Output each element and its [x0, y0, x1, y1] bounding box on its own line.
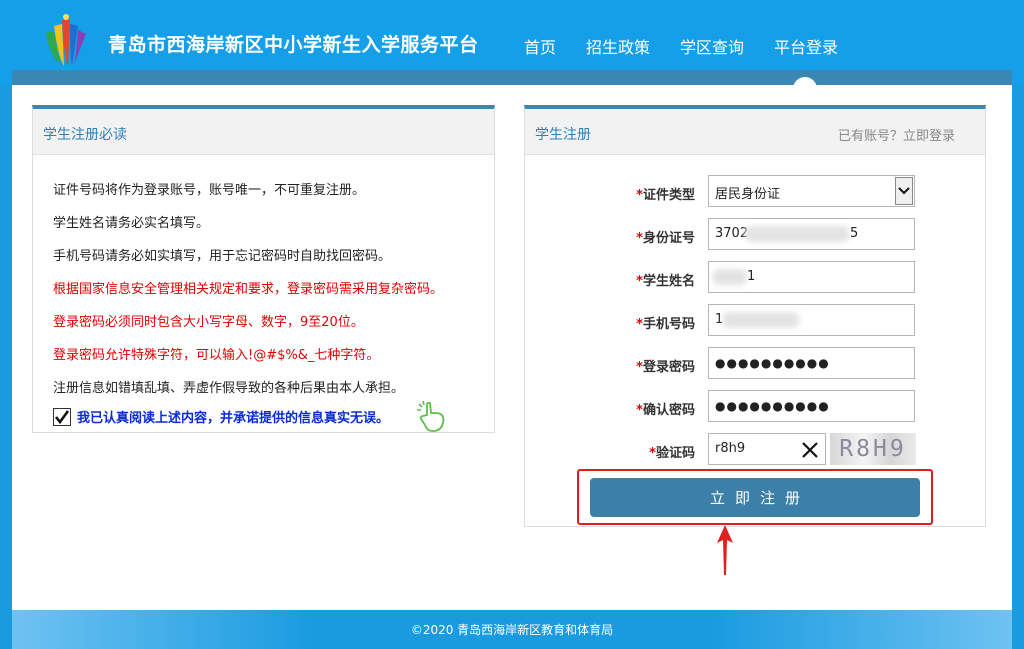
checkmark-icon	[54, 409, 70, 424]
header: 青岛市西海岸新区中小学新生入学服务平台 首页 招生政策 学区查询 平台登录	[0, 0, 1024, 89]
register-panel-header: 学生注册 已有账号？立即登录	[525, 109, 985, 155]
form-row-id-number: *身份证号 3702 5	[525, 218, 985, 252]
notice-line-warning: 根据国家信息安全管理相关规定和要求，登录密码需采用复杂密码。	[53, 282, 444, 297]
footer: ©2020 青岛西海岸新区教育和体育局	[12, 610, 1012, 649]
header-band	[12, 70, 1012, 85]
phone-input[interactable]: 1	[708, 304, 915, 336]
id-type-label: *证件类型	[636, 188, 695, 203]
nav-item-login[interactable]: 平台登录	[774, 34, 838, 58]
form-row-confirm-password: *确认密码 ●●●●●●●●●●	[525, 390, 985, 424]
confirm-password-input[interactable]: ●●●●●●●●●●	[708, 390, 915, 422]
agree-row: 我已认真阅读上述内容，并承诺提供的信息真实无误。	[53, 407, 389, 426]
student-name-label: *学生姓名	[636, 274, 695, 289]
agree-label[interactable]: 我已认真阅读上述内容，并承诺提供的信息真实无误。	[77, 407, 389, 426]
form-row-student-name: *学生姓名 1	[525, 261, 985, 295]
form-row-phone: *手机号码 1	[525, 304, 985, 338]
form-row-password: *登录密码 ●●●●●●●●●●	[525, 347, 985, 381]
notice-line: 注册信息如错填乱填、弄虚作假导致的各种后果由本人承担。	[53, 381, 405, 396]
notice-line: 证件号码将作为登录账号，账号唯一，不可重复注册。	[53, 183, 366, 198]
id-number-label: *身份证号	[636, 231, 695, 246]
logo-icon	[46, 14, 86, 67]
captcha-image-text: R8H9	[839, 436, 907, 462]
password-label: *登录密码	[636, 360, 695, 375]
register-panel: 学生注册 已有账号？立即登录 *证件类型 居民身份证 *身份证号 3702 5	[524, 105, 986, 527]
notice-panel-header: 学生注册必读	[33, 109, 494, 155]
notice-panel: 学生注册必读 证件号码将作为登录账号，账号唯一，不可重复注册。 学生姓名请务必实…	[32, 105, 495, 433]
captcha-image[interactable]: R8H9	[830, 433, 916, 465]
form-row-id-type: *证件类型 居民身份证	[525, 175, 985, 209]
register-panel-title: 学生注册	[535, 127, 591, 143]
student-name-input[interactable]: 1	[708, 261, 915, 293]
nav-item-district-query[interactable]: 学区查询	[680, 34, 744, 58]
agree-checkbox[interactable]	[53, 407, 71, 426]
notice-line: 手机号码请务必如实填写，用于忘记密码时自助找回密码。	[53, 249, 392, 264]
site-title: 青岛市西海岸新区中小学新生入学服务平台	[108, 34, 479, 56]
password-input[interactable]: ●●●●●●●●●●	[708, 347, 915, 379]
notice-line-warning: 登录密码允许特殊字符，可以输入!@#$%&_七种字符。	[53, 348, 380, 363]
chevron-down-icon[interactable]	[895, 177, 913, 205]
notice-line-warning: 登录密码必须同时包含大小写字母、数字，9至20位。	[53, 315, 364, 330]
footer-copyright: ©2020 青岛西海岸新区教育和体育局	[410, 623, 614, 637]
arrow-up-icon	[717, 525, 733, 575]
captcha-label: *验证码	[649, 446, 695, 461]
login-link[interactable]: 已有账号？立即登录	[838, 125, 955, 144]
id-type-select[interactable]: 居民身份证	[708, 175, 915, 207]
form-row-captcha: *验证码 r8h9 R8H9	[525, 433, 985, 467]
close-icon[interactable]	[801, 441, 819, 459]
nav-item-policy[interactable]: 招生政策	[586, 34, 650, 58]
phone-label: *手机号码	[636, 317, 695, 332]
notice-panel-title: 学生注册必读	[43, 127, 127, 143]
confirm-password-label: *确认密码	[636, 403, 695, 418]
main-content: 学生注册必读 证件号码将作为登录账号，账号唯一，不可重复注册。 学生姓名请务必实…	[12, 85, 1012, 610]
nav-item-home[interactable]: 首页	[524, 34, 556, 58]
pointing-hand-icon	[417, 401, 445, 432]
notice-line: 学生姓名请务必实名填写。	[53, 216, 210, 231]
id-number-input[interactable]: 3702 5	[708, 218, 915, 250]
register-button[interactable]: 立即注册	[590, 478, 920, 517]
